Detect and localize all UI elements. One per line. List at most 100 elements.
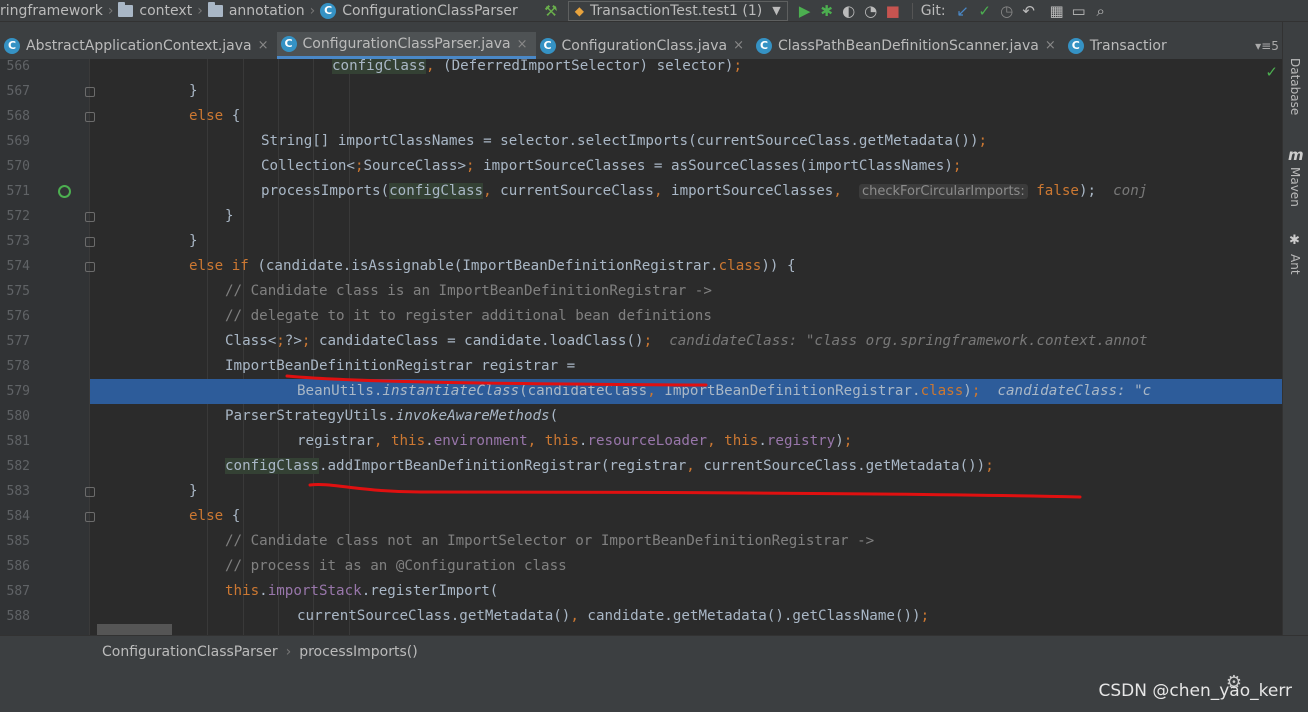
code-line[interactable]: } bbox=[90, 229, 1282, 254]
line-number: 571 bbox=[6, 184, 30, 199]
maven-label: Maven bbox=[1288, 167, 1302, 207]
code-area[interactable]: configClass, (DeferredImportSelector) se… bbox=[90, 59, 1282, 635]
tab-label: AbstractApplicationContext.java bbox=[26, 37, 252, 54]
implementation-marker-icon[interactable] bbox=[58, 185, 71, 198]
code-text: } bbox=[189, 233, 198, 249]
stop-icon[interactable]: ■ bbox=[882, 0, 904, 21]
project-structure-icon[interactable]: ▦ bbox=[1046, 0, 1068, 21]
code-line[interactable]: else { bbox=[90, 104, 1282, 129]
close-icon[interactable]: × bbox=[258, 38, 269, 53]
code-line[interactable]: } bbox=[90, 479, 1282, 504]
ant-icon: ✱ bbox=[1289, 233, 1300, 248]
breadcrumb-label: annotation bbox=[228, 2, 305, 19]
chevron-right-icon: › bbox=[309, 2, 316, 19]
code-line[interactable]: // delegate to it to register additional… bbox=[90, 304, 1282, 329]
git-rollback-icon[interactable]: ↶ bbox=[1018, 0, 1040, 21]
run-configuration-select[interactable]: ◆ TransactionTest.test1 (1) ▼ bbox=[567, 0, 788, 21]
profile-icon[interactable]: ◔ bbox=[860, 0, 882, 21]
line-number: 567 bbox=[6, 84, 30, 99]
line-number: 582 bbox=[6, 459, 30, 474]
code-line[interactable]: } bbox=[90, 79, 1282, 104]
code-line[interactable]: // Candidate class is an ImportBeanDefin… bbox=[90, 279, 1282, 304]
tab-abstract-application-context[interactable]: C AbstractApplicationContext.java × bbox=[0, 32, 277, 59]
code-text: else if (candidate.isAssignable(ImportBe… bbox=[189, 258, 796, 274]
line-number: 581 bbox=[6, 434, 30, 449]
tab-label: ConfigurationClassParser.java bbox=[302, 36, 511, 52]
line-number: 578 bbox=[6, 359, 30, 374]
code-line[interactable]: // process it as an @Configuration class bbox=[90, 554, 1282, 579]
breadcrumb-annotation[interactable]: annotation bbox=[207, 0, 305, 21]
code-line[interactable]: else if (candidate.isAssignable(ImportBe… bbox=[90, 254, 1282, 279]
class-icon: C bbox=[320, 2, 337, 19]
code-line[interactable]: configClass, (DeferredImportSelector) se… bbox=[90, 59, 1282, 79]
code-line[interactable]: ImportBeanDefinitionRegistrar registrar … bbox=[90, 354, 1282, 379]
code-text: this.importStack.registerImport( bbox=[225, 583, 499, 599]
close-icon[interactable]: × bbox=[1045, 38, 1056, 53]
breadcrumb-class[interactable]: ConfigurationClassParser bbox=[102, 644, 278, 660]
class-icon: C bbox=[280, 36, 297, 52]
line-number: 579 bbox=[6, 384, 30, 399]
code-text: // Candidate class not an ImportSelector… bbox=[225, 533, 875, 549]
tab-configuration-class-parser[interactable]: C ConfigurationClassParser.java × bbox=[276, 32, 536, 59]
maven-tool-tab[interactable]: Maven bbox=[1288, 167, 1302, 207]
breadcrumb-springframework[interactable]: ringframework bbox=[0, 0, 103, 21]
close-icon[interactable]: × bbox=[733, 38, 744, 53]
line-number: 577 bbox=[6, 334, 30, 349]
test-config-icon: ◆ bbox=[574, 3, 585, 18]
presentation-icon[interactable]: ▭ bbox=[1068, 0, 1090, 21]
line-number: 587 bbox=[6, 584, 30, 599]
breadcrumb-class[interactable]: C ConfigurationClassParser bbox=[320, 0, 518, 21]
code-line[interactable]: // Candidate class not an ImportSelector… bbox=[90, 529, 1282, 554]
code-text: currentSourceClass.getMetadata(), candid… bbox=[297, 608, 930, 624]
git-commit-icon[interactable]: ✓ bbox=[974, 0, 996, 21]
breadcrumb-label: ringframework bbox=[0, 2, 103, 19]
horizontal-scrollbar[interactable] bbox=[97, 624, 172, 635]
right-tool-window-bar: Database m Maven ✱ Ant bbox=[1282, 22, 1308, 635]
search-icon[interactable]: ⌕ bbox=[1090, 0, 1112, 21]
tab-configuration-class[interactable]: C ConfigurationClass.java × bbox=[536, 32, 752, 59]
code-line[interactable]: String[] importClassNames = selector.sel… bbox=[90, 129, 1282, 154]
code-line[interactable]: Collection<;SourceClass>; importSourceCl… bbox=[90, 154, 1282, 179]
parameter-value: false); bbox=[1036, 183, 1097, 199]
code-line[interactable]: Class<;?>; candidateClass = candidate.lo… bbox=[90, 329, 1282, 354]
line-number: 574 bbox=[6, 259, 30, 274]
tab-class-path-bean-definition-scanner[interactable]: C ClassPathBeanDefinitionScanner.java × bbox=[752, 32, 1064, 59]
editor-breadcrumbs: ConfigurationClassParser › processImport… bbox=[0, 635, 1308, 668]
code-line[interactable]: currentSourceClass.getMetadata(), candid… bbox=[90, 604, 1282, 629]
tab-overflow-label: ▾≡5 bbox=[1255, 38, 1279, 53]
line-number: 573 bbox=[6, 234, 30, 249]
code-line[interactable]: this.importStack.registerImport( bbox=[90, 579, 1282, 604]
code-text: else { bbox=[189, 108, 241, 124]
run-icon[interactable]: ▶ bbox=[794, 0, 816, 21]
tab-transaction[interactable]: C Transactior bbox=[1064, 32, 1175, 59]
breadcrumb-context[interactable]: context bbox=[118, 0, 193, 21]
breadcrumb-method[interactable]: processImports() bbox=[299, 644, 417, 660]
debug-icon[interactable]: ✱ bbox=[816, 0, 838, 21]
breadcrumb-label: context bbox=[139, 2, 193, 19]
chevron-right-icon: › bbox=[197, 2, 203, 19]
code-line[interactable]: configClass.addImportBeanDefinitionRegis… bbox=[90, 454, 1282, 479]
code-editor[interactable]: 566 567 568 569 570 571 572 573 574 575 576 577 578 5… bbox=[0, 59, 1282, 635]
code-line[interactable]: registrar, this.environment, this.resour… bbox=[90, 429, 1282, 454]
code-text: ImportBeanDefinitionRegistrar registrar … bbox=[225, 358, 576, 374]
database-tool-tab[interactable]: Database bbox=[1288, 58, 1302, 115]
code-text: } bbox=[225, 208, 234, 224]
git-history-icon[interactable]: ◷ bbox=[996, 0, 1018, 21]
code-line[interactable]: BeanUtils.instantiateClass(candidateClas… bbox=[90, 379, 1282, 404]
line-number: 586 bbox=[6, 559, 30, 574]
line-number: 585 bbox=[6, 534, 30, 549]
git-update-icon[interactable]: ↙ bbox=[952, 0, 974, 21]
tab-label: Transactior bbox=[1089, 37, 1167, 54]
close-icon[interactable]: × bbox=[517, 37, 528, 52]
ant-tool-tab[interactable]: Ant bbox=[1288, 254, 1302, 275]
tab-label: ConfigurationClass.java bbox=[561, 37, 728, 54]
class-icon: C bbox=[539, 37, 556, 54]
hammer-build-icon[interactable]: ⚒ bbox=[540, 0, 562, 21]
coverage-icon[interactable]: ◐ bbox=[838, 0, 860, 21]
run-config-label: TransactionTest.test1 (1) bbox=[590, 2, 763, 19]
code-line[interactable]: ParserStrategyUtils.invokeAwareMethods( bbox=[90, 404, 1282, 429]
code-line[interactable]: } bbox=[90, 204, 1282, 229]
code-line[interactable]: else { bbox=[90, 504, 1282, 529]
code-line[interactable]: processImports(configClass, currentSourc… bbox=[90, 179, 1282, 204]
tab-overflow-menu[interactable]: ▾≡5 bbox=[1252, 32, 1282, 59]
